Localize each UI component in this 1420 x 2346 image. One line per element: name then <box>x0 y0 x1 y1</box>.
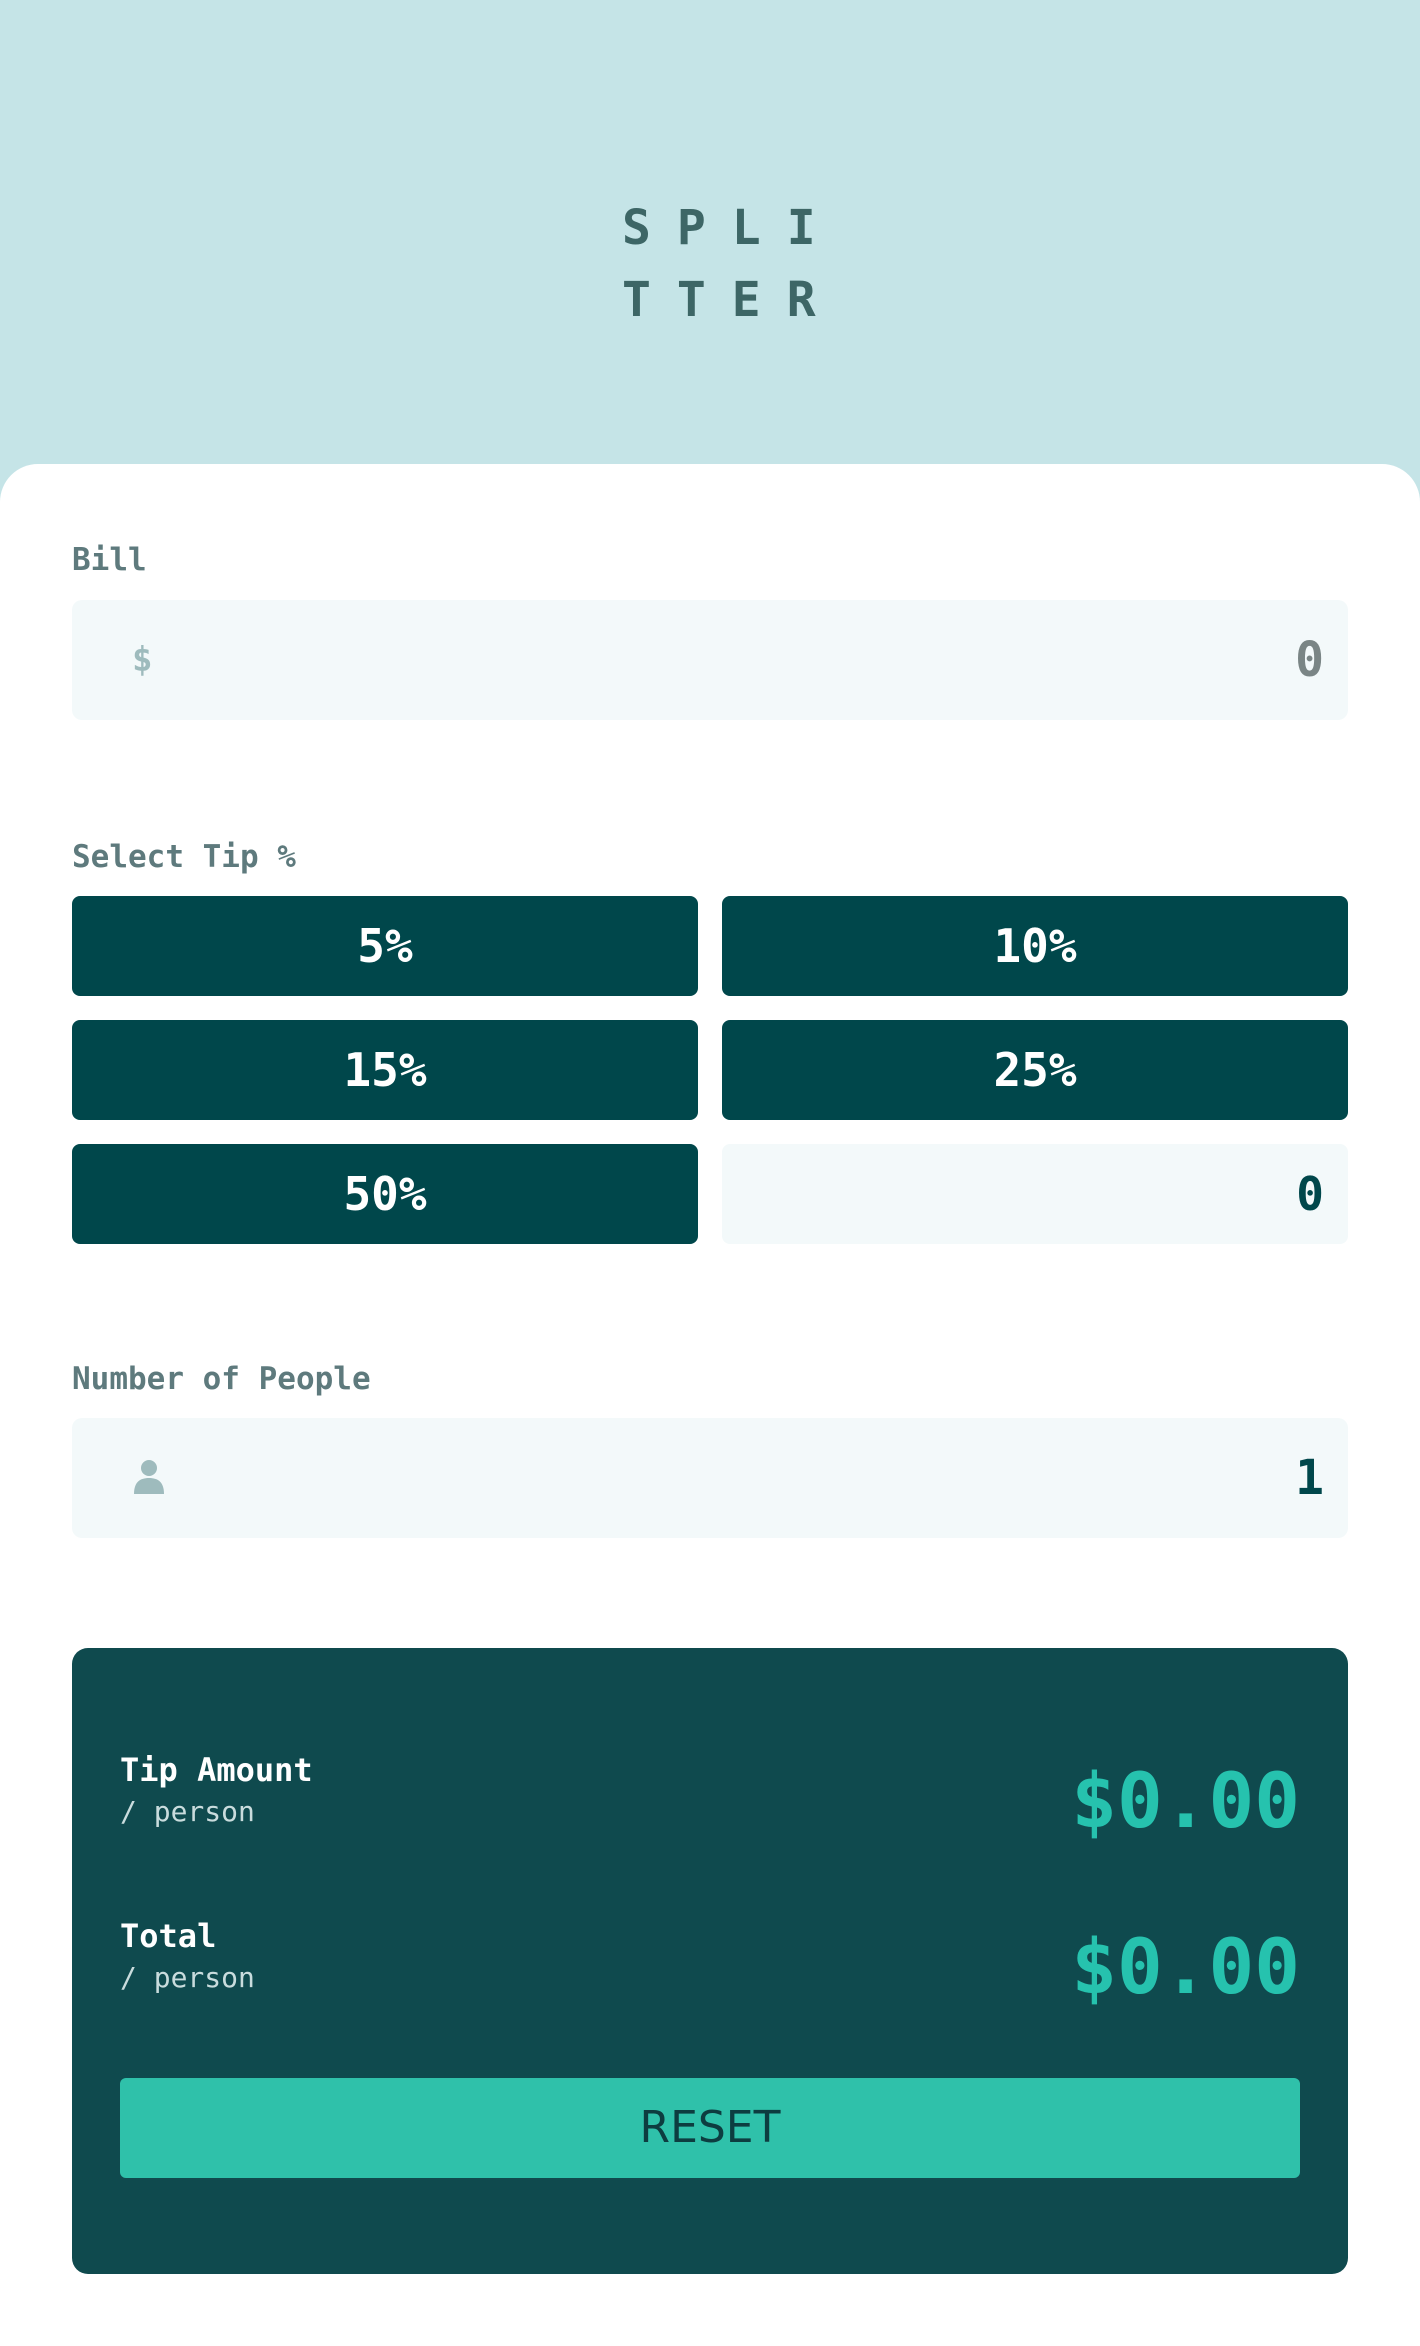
people-value: 1 <box>1295 1450 1324 1506</box>
result-panel: Tip Amount / person $0.00 Total / person… <box>72 1648 1348 2274</box>
reset-button[interactable]: RESET <box>120 2078 1300 2178</box>
tip-button-50[interactable]: 50% <box>72 1144 698 1244</box>
tip-label: Select Tip % <box>72 839 296 875</box>
bill-value: 0 <box>1295 632 1324 688</box>
tip-button-25[interactable]: 25% <box>722 1020 1348 1120</box>
people-input[interactable]: 1 <box>72 1418 1348 1538</box>
dollar-icon: $ <box>132 640 153 680</box>
tip-amount-sub: / person <box>120 1795 255 1828</box>
tip-button-5[interactable]: 5% <box>72 896 698 996</box>
tip-custom-input[interactable]: 0 <box>722 1144 1348 1244</box>
total-title: Total <box>120 1917 217 1955</box>
app-header: SPLI TTER <box>0 0 1420 464</box>
total-value: $0.00 <box>1071 1922 1300 2011</box>
tip-button-15[interactable]: 15% <box>72 1020 698 1120</box>
total-sub: / person <box>120 1961 255 1994</box>
person-icon <box>134 1460 164 1494</box>
tip-button-10[interactable]: 10% <box>722 896 1348 996</box>
logo-line-2: TTER <box>622 272 842 328</box>
app-logo: SPLI TTER <box>622 192 822 336</box>
people-label: Number of People <box>72 1361 371 1397</box>
tip-amount-title: Tip Amount <box>120 1751 313 1789</box>
bill-input[interactable]: $ 0 <box>72 600 1348 720</box>
bill-label: Bill <box>72 542 147 578</box>
tip-amount-value: $0.00 <box>1071 1756 1300 1845</box>
logo-line-1: SPLI <box>622 200 842 256</box>
tip-custom-value: 0 <box>1296 1167 1324 1221</box>
calculator-card: Bill $ 0 Select Tip % 5% 10% 15% 25% 50%… <box>0 464 1420 2346</box>
